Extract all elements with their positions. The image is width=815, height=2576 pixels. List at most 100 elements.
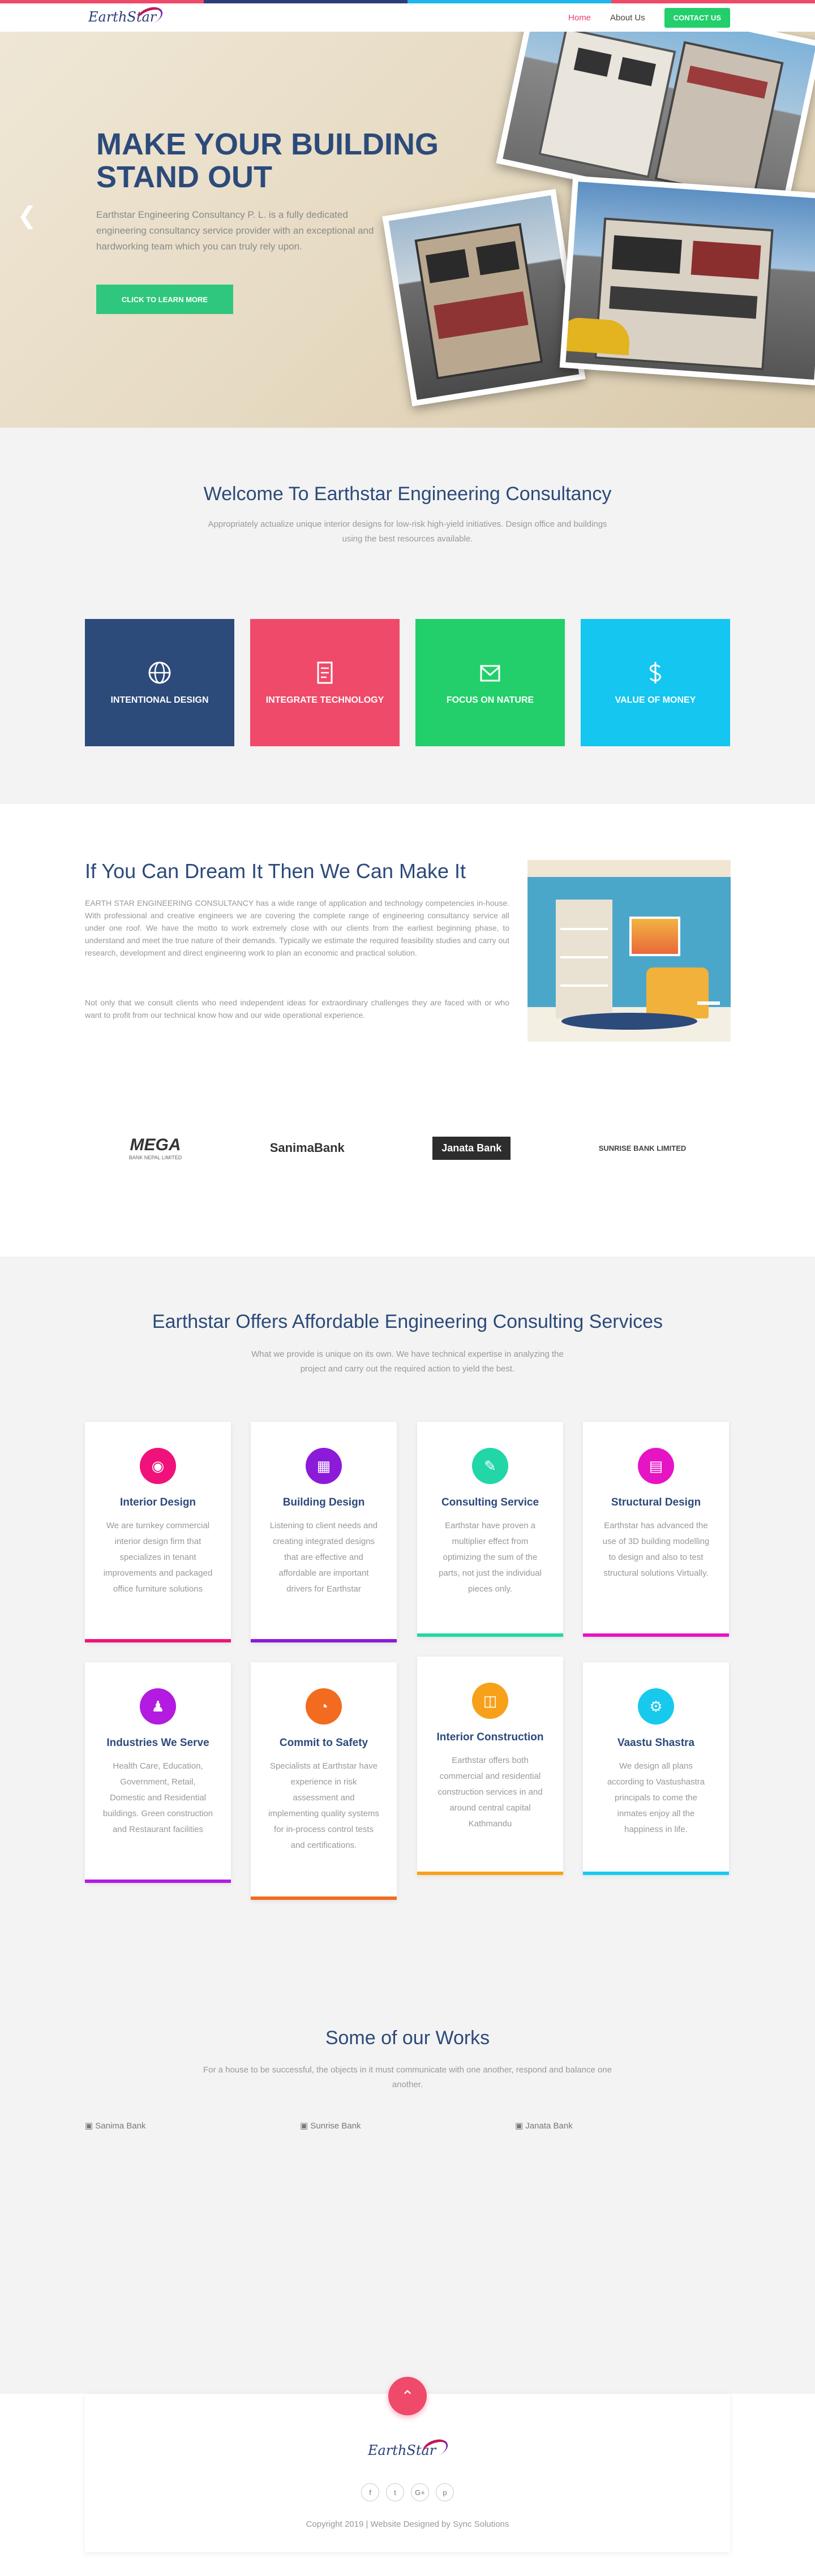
service-text: We design all plans according to Vastush… (607, 1761, 705, 1834)
feature-integrate-technology[interactable]: INTEGRATE TECHNOLOGY (250, 619, 400, 746)
blueprint-icon: ▤ (638, 1448, 674, 1484)
feature-focus-on-nature[interactable]: FOCUS ON NATURE (415, 619, 565, 746)
contact-us-button[interactable]: CONTACT US (664, 8, 730, 28)
card-accent-bar (85, 1639, 231, 1642)
nav-about[interactable]: About Us (610, 13, 645, 23)
services-subtitle: What we provide is unique on its own. We… (251, 1349, 564, 1374)
building-icon: ▦ (306, 1448, 342, 1484)
hero-description: Earthstar Engineering Consultancy P. L. … (96, 209, 374, 252)
work-image[interactable]: ▣ Sanima Bank (85, 2121, 146, 2131)
work-image-alt: Janata Bank (525, 2121, 573, 2131)
service-text: We are turnkey commercial interior desig… (103, 1521, 213, 1594)
service-card[interactable]: ⚙ Vaastu Shastra We design all plans acc… (583, 1662, 729, 1875)
works-title: Some of our Works (325, 2027, 490, 2049)
feature-label: VALUE OF MONEY (615, 695, 696, 705)
twitter-icon[interactable]: t (386, 2483, 404, 2501)
card-accent-bar (417, 1633, 563, 1637)
welcome-title: Welcome To Earthstar Engineering Consult… (203, 483, 612, 505)
service-text: Earthstar offers both commercial and res… (437, 1756, 543, 1829)
hero-title-line2: STAND OUT (96, 160, 272, 194)
client-logos: MEGA BANK NEPAL LIMITED SanimaBank Janat… (85, 1117, 730, 1179)
copyright-text: Copyright 2019 | Website Designed by Syn… (306, 2519, 509, 2529)
work-image-alt: Sunrise Bank (310, 2121, 361, 2131)
card-accent-bar (583, 1872, 729, 1875)
building-photo (559, 175, 815, 386)
card-accent-bar (251, 1896, 397, 1900)
envelope-icon (480, 665, 500, 681)
living-room-illustration (527, 860, 731, 1042)
service-title: Structural Design (611, 1496, 701, 1508)
site-logo[interactable]: EarthStar (85, 3, 170, 31)
about-title: If You Can Dream It Then We Can Make It (85, 859, 466, 883)
site-header: EarthStar Home About Us CONTACT US (0, 3, 815, 32)
pinterest-icon[interactable]: p (436, 2483, 454, 2501)
service-text: Earthstar has advanced the use of 3D bui… (602, 1521, 710, 1578)
facebook-icon[interactable]: f (361, 2483, 379, 2501)
service-card[interactable]: ✎ Consulting Service Earthstar have prov… (417, 1422, 563, 1637)
about-section: If You Can Dream It Then We Can Make It … (0, 804, 815, 1257)
work-image[interactable]: ▣ Janata Bank (515, 2121, 573, 2131)
about-paragraph: Not only that we consult clients who nee… (85, 998, 509, 1020)
nav-home[interactable]: Home (568, 13, 591, 23)
globe-icon (148, 661, 171, 683)
about-paragraph: EARTH STAR ENGINEERING CONSULTANCY has a… (85, 898, 509, 957)
client-logo-sanima[interactable]: SanimaBank (270, 1141, 345, 1155)
hero-title: MAKE YOUR BUILDING STAND OUT (96, 128, 492, 193)
service-title: Consulting Service (441, 1496, 539, 1508)
client-name: Janata Bank (441, 1142, 502, 1154)
service-title: Interior Construction (436, 1731, 544, 1743)
service-card[interactable]: ♟ Industries We Serve Health Care, Educa… (85, 1662, 231, 1883)
client-name: MEGA (130, 1136, 181, 1154)
chevron-up-icon[interactable]: ⌃ (388, 2377, 427, 2415)
document-icon (317, 661, 333, 683)
service-text: Health Care, Education, Government, Reta… (102, 1761, 213, 1834)
building-photo (382, 188, 586, 407)
social-links: f t G+ p (85, 2483, 730, 2501)
site-footer: EarthStar f t G+ p Copyright 2019 | Webs… (85, 2394, 730, 2552)
feature-label: INTENTIONAL DESIGN (110, 695, 209, 705)
footer-logo[interactable]: EarthStar (368, 2436, 453, 2465)
service-card[interactable]: ◔ Commit to Safety Specialists at Earths… (251, 1662, 397, 1900)
service-title: Commit to Safety (279, 1737, 368, 1749)
google-plus-icon[interactable]: G+ (411, 2483, 429, 2501)
service-card[interactable]: ▦ Building Design Listening to client ne… (251, 1422, 397, 1642)
chevron-left-icon[interactable]: ❮ (17, 201, 37, 229)
dollar-icon (649, 661, 662, 683)
chart-icon: ◔ (306, 1688, 342, 1724)
service-title: Interior Design (119, 1496, 196, 1508)
service-title: Building Design (282, 1496, 365, 1508)
card-accent-bar (251, 1639, 397, 1642)
client-name: SUNRISE BANK LIMITED (598, 1143, 687, 1152)
card-accent-bar (583, 1633, 729, 1637)
service-card[interactable]: ▤ Structural Design Earthstar has advanc… (583, 1422, 729, 1637)
client-logo-janata[interactable]: Janata Bank (432, 1136, 511, 1160)
works-subtitle: For a house to be successful, the object… (203, 2065, 612, 2089)
feature-label: INTEGRATE TECHNOLOGY (265, 695, 384, 705)
work-image-alt: Sanima Bank (95, 2121, 146, 2131)
welcome-subtitle: Appropriately actualize unique interior … (208, 519, 607, 544)
work-image[interactable]: ▣ Sunrise Bank (300, 2121, 361, 2131)
service-text: Earthstar have proven a multiplier effec… (439, 1521, 542, 1594)
service-card[interactable]: ◫ Interior Construction Earthstar offers… (417, 1657, 563, 1875)
client-logo-mega[interactable]: MEGA BANK NEPAL LIMITED (129, 1136, 182, 1160)
client-logo-sunrise[interactable]: SUNRISE BANK LIMITED (599, 1144, 687, 1152)
service-title: Industries We Serve (106, 1737, 209, 1749)
feature-value-of-money[interactable]: VALUE OF MONEY (581, 619, 730, 746)
main-nav: Home About Us CONTACT US (568, 8, 730, 28)
services-section: Earthstar Offers Affordable Engineering … (0, 1257, 815, 1947)
pen-icon: ✎ (472, 1448, 508, 1484)
welcome-section: Welcome To Earthstar Engineering Consult… (0, 428, 815, 804)
service-card[interactable]: ◉ Interior Design We are turnkey commerc… (85, 1422, 231, 1642)
client-subtext: BANK NEPAL LIMITED (128, 1155, 182, 1160)
service-title: Vaastu Shastra (617, 1737, 695, 1749)
user-icon: ♟ (140, 1688, 176, 1724)
learn-more-button[interactable]: CLICK TO LEARN MORE (96, 285, 233, 314)
paint-roller-icon: ⚙ (638, 1688, 674, 1724)
card-accent-bar (417, 1872, 563, 1875)
lock-icon: ◫ (472, 1683, 508, 1719)
hero-slider: ❮ MAKE YOUR BUILDING STAND OUT Earthstar… (0, 32, 815, 428)
hero-title-line1: MAKE YOUR BUILDING (96, 127, 439, 161)
camera-icon: ◉ (140, 1448, 176, 1484)
feature-intentional-design[interactable]: INTENTIONAL DESIGN (85, 619, 234, 746)
feature-label: FOCUS ON NATURE (446, 695, 534, 705)
